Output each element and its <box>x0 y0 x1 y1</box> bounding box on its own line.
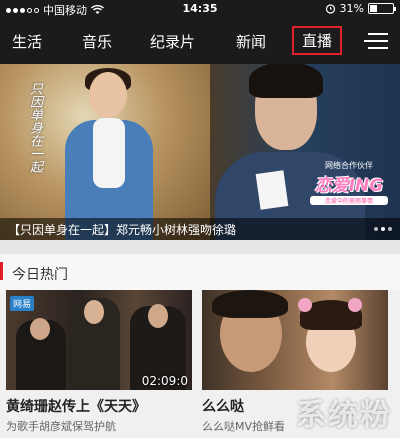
battery-icon <box>368 3 396 14</box>
site-watermark: 系统粉 <box>296 398 392 433</box>
video-duration: 02:09:0 <box>141 374 188 388</box>
tab-documentary[interactable]: 纪录片 <box>150 31 195 52</box>
banner-actor-figure <box>215 64 365 240</box>
page-indicator-dot[interactable] <box>388 227 392 231</box>
banner-caption-bar: 【只因单身在一起】郑元畅小树林强吻徐璐 <box>0 218 400 240</box>
video-thumbnail[interactable] <box>202 290 388 390</box>
alarm-clock-icon <box>325 4 335 14</box>
source-badge: 网易 <box>10 296 35 311</box>
tab-live[interactable]: 直播 <box>292 26 343 55</box>
tab-news[interactable]: 新闻 <box>236 31 266 52</box>
partner-logo-subtext: 恋爱中的美丽事情 <box>310 196 388 205</box>
tab-life[interactable]: 生活 <box>12 31 42 52</box>
tab-music[interactable]: 音乐 <box>82 31 112 52</box>
video-title[interactable]: 黄绮珊赵传上《天天》 <box>6 396 192 416</box>
section-title: 今日热门 <box>12 267 68 283</box>
video-card[interactable]: 网易 02:09:0 黄绮珊赵传上《天天》 为歌手胡彦斌保驾护航 <box>6 290 192 434</box>
status-bar: 中国移动 14:35 31% <box>0 0 400 18</box>
partner-label: 网络合作伙伴 <box>325 161 373 170</box>
video-thumbnail[interactable]: 网易 02:09:0 <box>6 290 192 390</box>
banner-paper-prop <box>255 170 289 210</box>
section-header: 今日热门 <box>0 254 400 290</box>
battery-percent: 31% <box>339 2 364 15</box>
banner-caption: 【只因单身在一起】郑元畅小树林强吻徐璐 <box>8 223 237 237</box>
video-subtitle: 为歌手胡彦斌保驾护航 <box>6 420 116 433</box>
status-right: 31% <box>325 2 396 15</box>
hamburger-menu-icon[interactable] <box>364 31 388 51</box>
page-indicator-dot[interactable] <box>381 227 385 231</box>
hero-banner[interactable]: 只因单身在一起 网络合作伙伴 恋爱ING 恋爱中的美丽事情 【只因单身在一起】郑… <box>0 64 400 240</box>
page-indicator <box>374 227 392 231</box>
partner-logo-text: 恋爱ING <box>314 176 384 196</box>
section-accent-bar <box>0 262 3 280</box>
top-nav: 生活 音乐 纪录片 新闻 直播 <box>0 18 400 64</box>
page-indicator-dot[interactable] <box>374 227 378 231</box>
partner-logo: 网络合作伙伴 恋爱ING 恋爱中的美丽事情 <box>310 160 388 205</box>
battery-fill <box>370 5 377 12</box>
banner-actress-figure <box>55 68 165 240</box>
section-divider <box>0 240 400 254</box>
banner-calligraphy: 只因单身在一起 <box>27 82 42 173</box>
